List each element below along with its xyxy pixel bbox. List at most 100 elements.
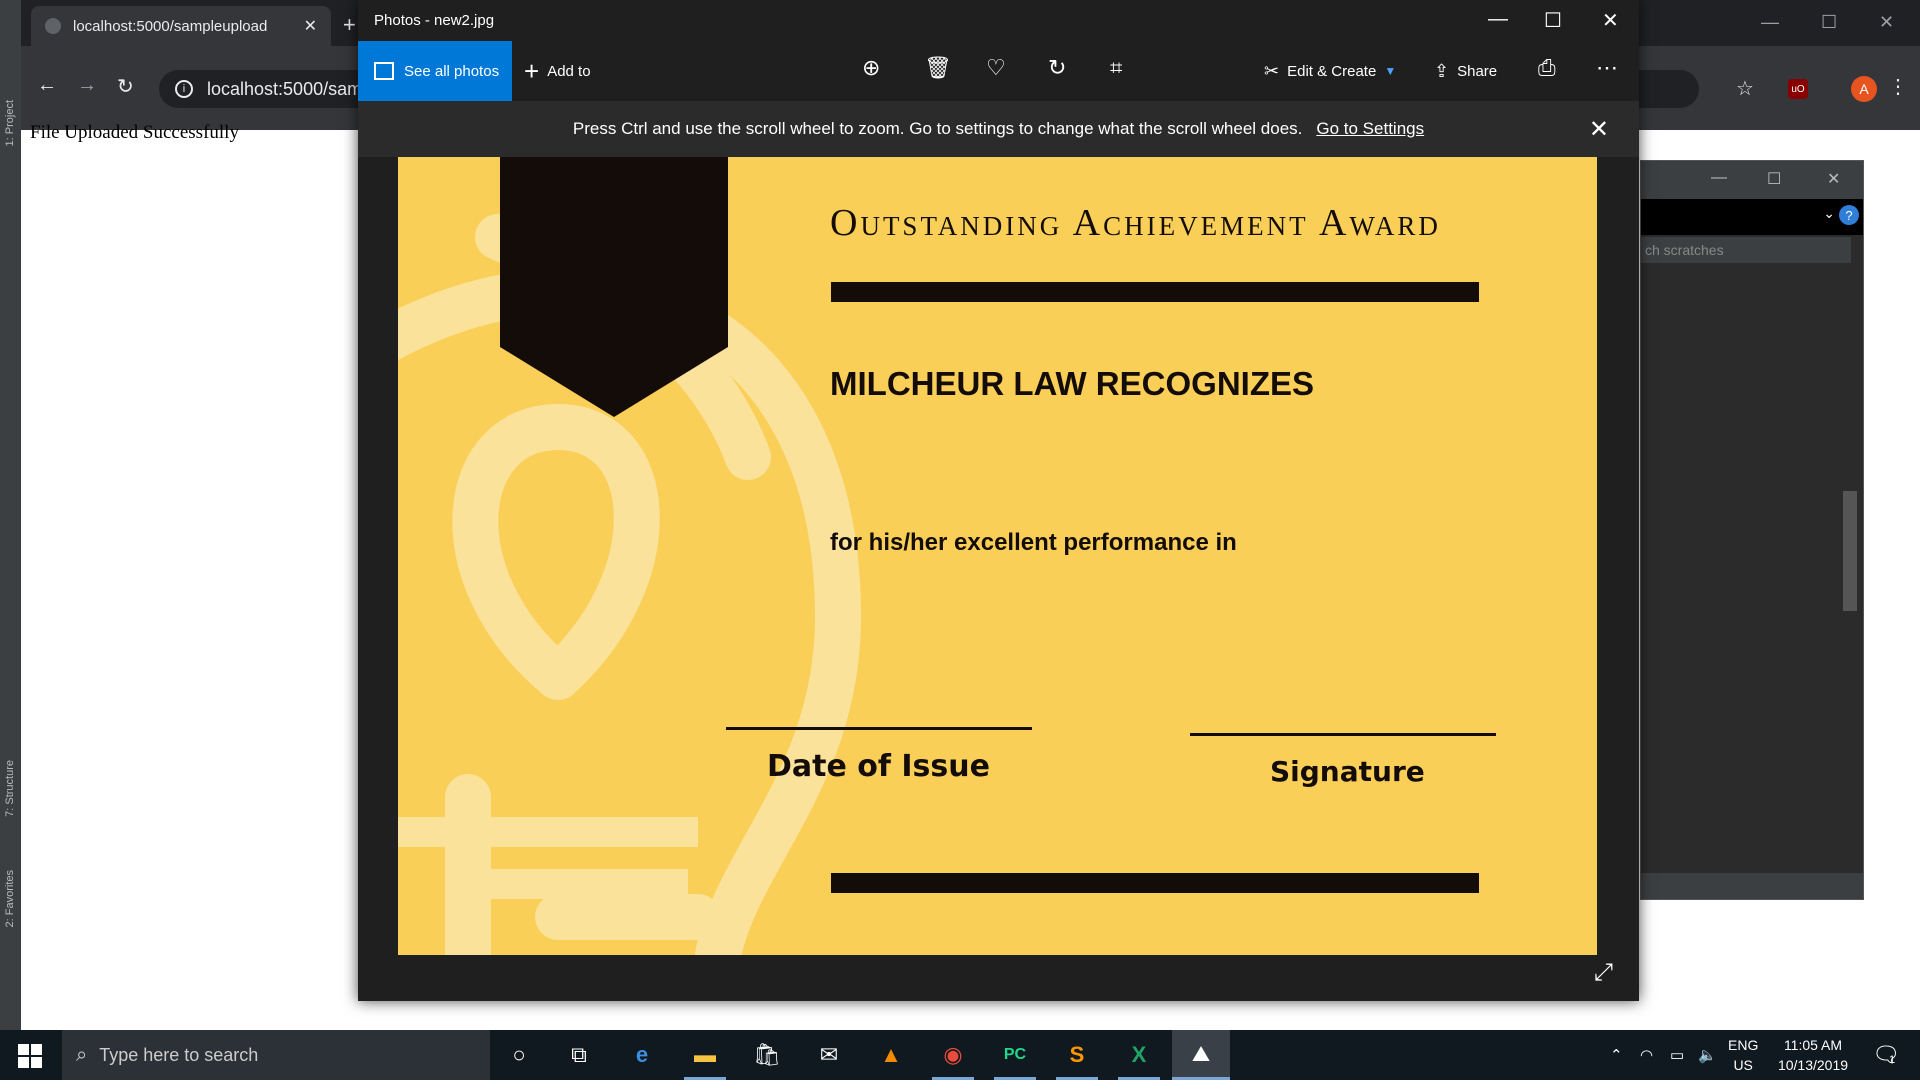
scratches-titlebar: — ☐ ✕ [1641,161,1863,199]
photo-icon [374,62,394,80]
cortana-icon[interactable]: ○ [490,1030,548,1080]
reload-icon[interactable]: ↻ [117,74,134,99]
minimize-icon[interactable]: — [1711,169,1727,187]
recognizes-heading: MILCHEUR LAW RECOGNIZES [830,365,1314,402]
scrollbar[interactable] [1843,491,1857,611]
edit-create-label: Edit & Create [1287,62,1377,80]
windows-start-icon[interactable] [18,1044,42,1068]
expand-icon[interactable]: ⤢ [1594,959,1613,987]
upload-message: File Uploaded Successfully [30,122,239,143]
zoom-notice-bar: Press Ctrl and use the scroll wheel to z… [358,101,1639,157]
vlc-icon[interactable]: ▲ [862,1030,920,1080]
language-text: ENG [1728,1037,1759,1053]
go-to-settings-link[interactable]: Go to Settings [1316,119,1424,139]
taskbar-search-placeholder: Type here to search [99,1044,259,1065]
chevron-down-icon[interactable]: ⌄ [1823,205,1835,222]
add-to-button[interactable]: + Add to [524,41,591,101]
excel-icon[interactable]: X [1110,1030,1168,1080]
notification-icon[interactable]: 🗨 [1872,1042,1900,1068]
bookmark-star-icon[interactable]: ☆ [1736,76,1754,101]
minimize-icon[interactable]: — [1761,12,1779,33]
browser-tab-title: localhost:5000/sampleupload [73,17,268,35]
info-icon[interactable]: i [175,80,193,98]
ide-sidebar: 1: Project 7: Structure 2: Favorites [0,0,21,1030]
close-tab-icon[interactable]: ✕ [304,16,317,36]
certificate-image: Outstanding Achievement Award MILCHEUR L… [398,157,1597,955]
region-text: US [1733,1057,1753,1073]
forward-icon[interactable]: → [77,74,97,97]
back-icon[interactable]: ← [37,74,57,97]
photos-app-icon[interactable]: ⛰ [1172,1030,1230,1080]
mail-icon[interactable]: ✉ [800,1030,858,1080]
photos-titlebar: Photos - new2.jpg — ☐ ✕ [358,0,1639,41]
volume-icon[interactable]: 🔈 [1698,1030,1717,1080]
help-icon[interactable]: ? [1839,205,1859,225]
rotate-icon[interactable]: ↻ [1048,55,1066,81]
file-explorer-icon[interactable]: ▬ [676,1030,734,1080]
signature-line [1190,733,1496,736]
ide-structure-tab[interactable]: 7: Structure [4,760,16,817]
profile-avatar[interactable]: A [1851,76,1877,102]
browser-tab[interactable]: localhost:5000/sampleupload ✕ [31,6,331,46]
maximize-icon[interactable]: ☐ [1544,8,1562,33]
language-indicator[interactable]: ENG US [1728,1035,1758,1075]
windows-taskbar: ⌕ Type here to search ○ ⧉ e ▬ 🛍 ✉ ▲ ◉ PC… [0,1030,1920,1080]
menu-dots-icon[interactable]: ⋮ [1888,74,1908,99]
close-icon[interactable]: ✕ [1879,12,1894,33]
minimize-icon[interactable]: — [1488,8,1508,31]
plus-icon: + [524,55,540,86]
maximize-icon[interactable]: ☐ [1821,12,1837,33]
bottom-divider [831,873,1479,893]
zoom-notice-text: Press Ctrl and use the scroll wheel to z… [572,119,1303,138]
wifi-icon[interactable]: ◠ [1640,1030,1653,1080]
task-view-icon[interactable]: ⧉ [550,1030,608,1080]
date-of-issue-label: Date of Issue [767,749,990,784]
award-title: Outstanding Achievement Award [830,202,1441,244]
edit-create-icon: ✂ [1264,60,1280,81]
close-icon[interactable]: ✕ [1827,169,1840,189]
scratches-search-input[interactable]: ch scratches [1641,237,1851,263]
pycharm-icon[interactable]: PC [986,1030,1044,1080]
magnify-plus-icon[interactable]: ⊕ [862,55,880,81]
signature-label: Signature [1270,755,1425,788]
share-button[interactable]: ⇪ Share [1434,41,1497,101]
store-icon[interactable]: 🛍 [738,1030,796,1080]
scratches-window: — ☐ ✕ ⌄ ? ch scratches [1640,160,1864,900]
print-icon[interactable]: ⎙ [1538,55,1556,81]
notification-count: 1 [1889,1054,1896,1066]
see-all-photos-button[interactable]: See all photos [358,41,512,101]
ide-favorites-tab[interactable]: 2: Favorites [4,870,16,927]
edit-create-button[interactable]: ✂ Edit & Create ▼ [1264,41,1396,101]
close-notice-icon[interactable]: ✕ [1589,115,1609,144]
photos-window: Photos - new2.jpg — ☐ ✕ See all photos +… [358,0,1639,1001]
performance-text: for his/her excellent performance in [830,529,1237,556]
ublock-extension-icon[interactable]: uO [1788,79,1808,99]
system-clock[interactable]: 11:05 AM 10/13/2019 [1772,1035,1854,1075]
chrome-icon[interactable]: ◉ [924,1030,982,1080]
scratches-statusbar [1641,873,1863,899]
add-to-label: Add to [547,62,591,80]
photos-toolbar: See all photos + Add to ⊕ 🗑 ♡ ↻ ⌗ ✂ Edit… [358,41,1639,101]
sublime-icon[interactable]: S [1048,1030,1106,1080]
trash-icon[interactable]: 🗑 [924,55,952,81]
taskbar-search-input[interactable]: ⌕ Type here to search [62,1030,490,1080]
address-text: localhost:5000/samp [207,78,373,99]
clock-date: 10/13/2019 [1777,1057,1849,1073]
chevron-up-icon[interactable]: ⌃ [1610,1030,1623,1080]
date-line [726,727,1032,730]
close-icon[interactable]: ✕ [1602,8,1619,33]
edge-icon[interactable]: e [613,1030,671,1080]
ide-project-tab[interactable]: 1: Project [4,100,16,146]
battery-icon[interactable]: ▭ [1670,1030,1684,1080]
see-all-label: See all photos [404,62,500,80]
crop-icon[interactable]: ⌗ [1110,55,1122,81]
clock-time: 11:05 AM [1783,1037,1843,1053]
new-tab-icon[interactable]: + [343,12,356,38]
maximize-icon[interactable]: ☐ [1767,169,1781,189]
chevron-down-icon: ▼ [1384,64,1397,78]
heart-icon[interactable]: ♡ [986,55,1006,81]
share-icon: ⇪ [1434,60,1450,81]
search-icon: ⌕ [76,1043,88,1066]
more-icon[interactable]: ⋯ [1596,55,1618,81]
top-divider [831,282,1479,302]
